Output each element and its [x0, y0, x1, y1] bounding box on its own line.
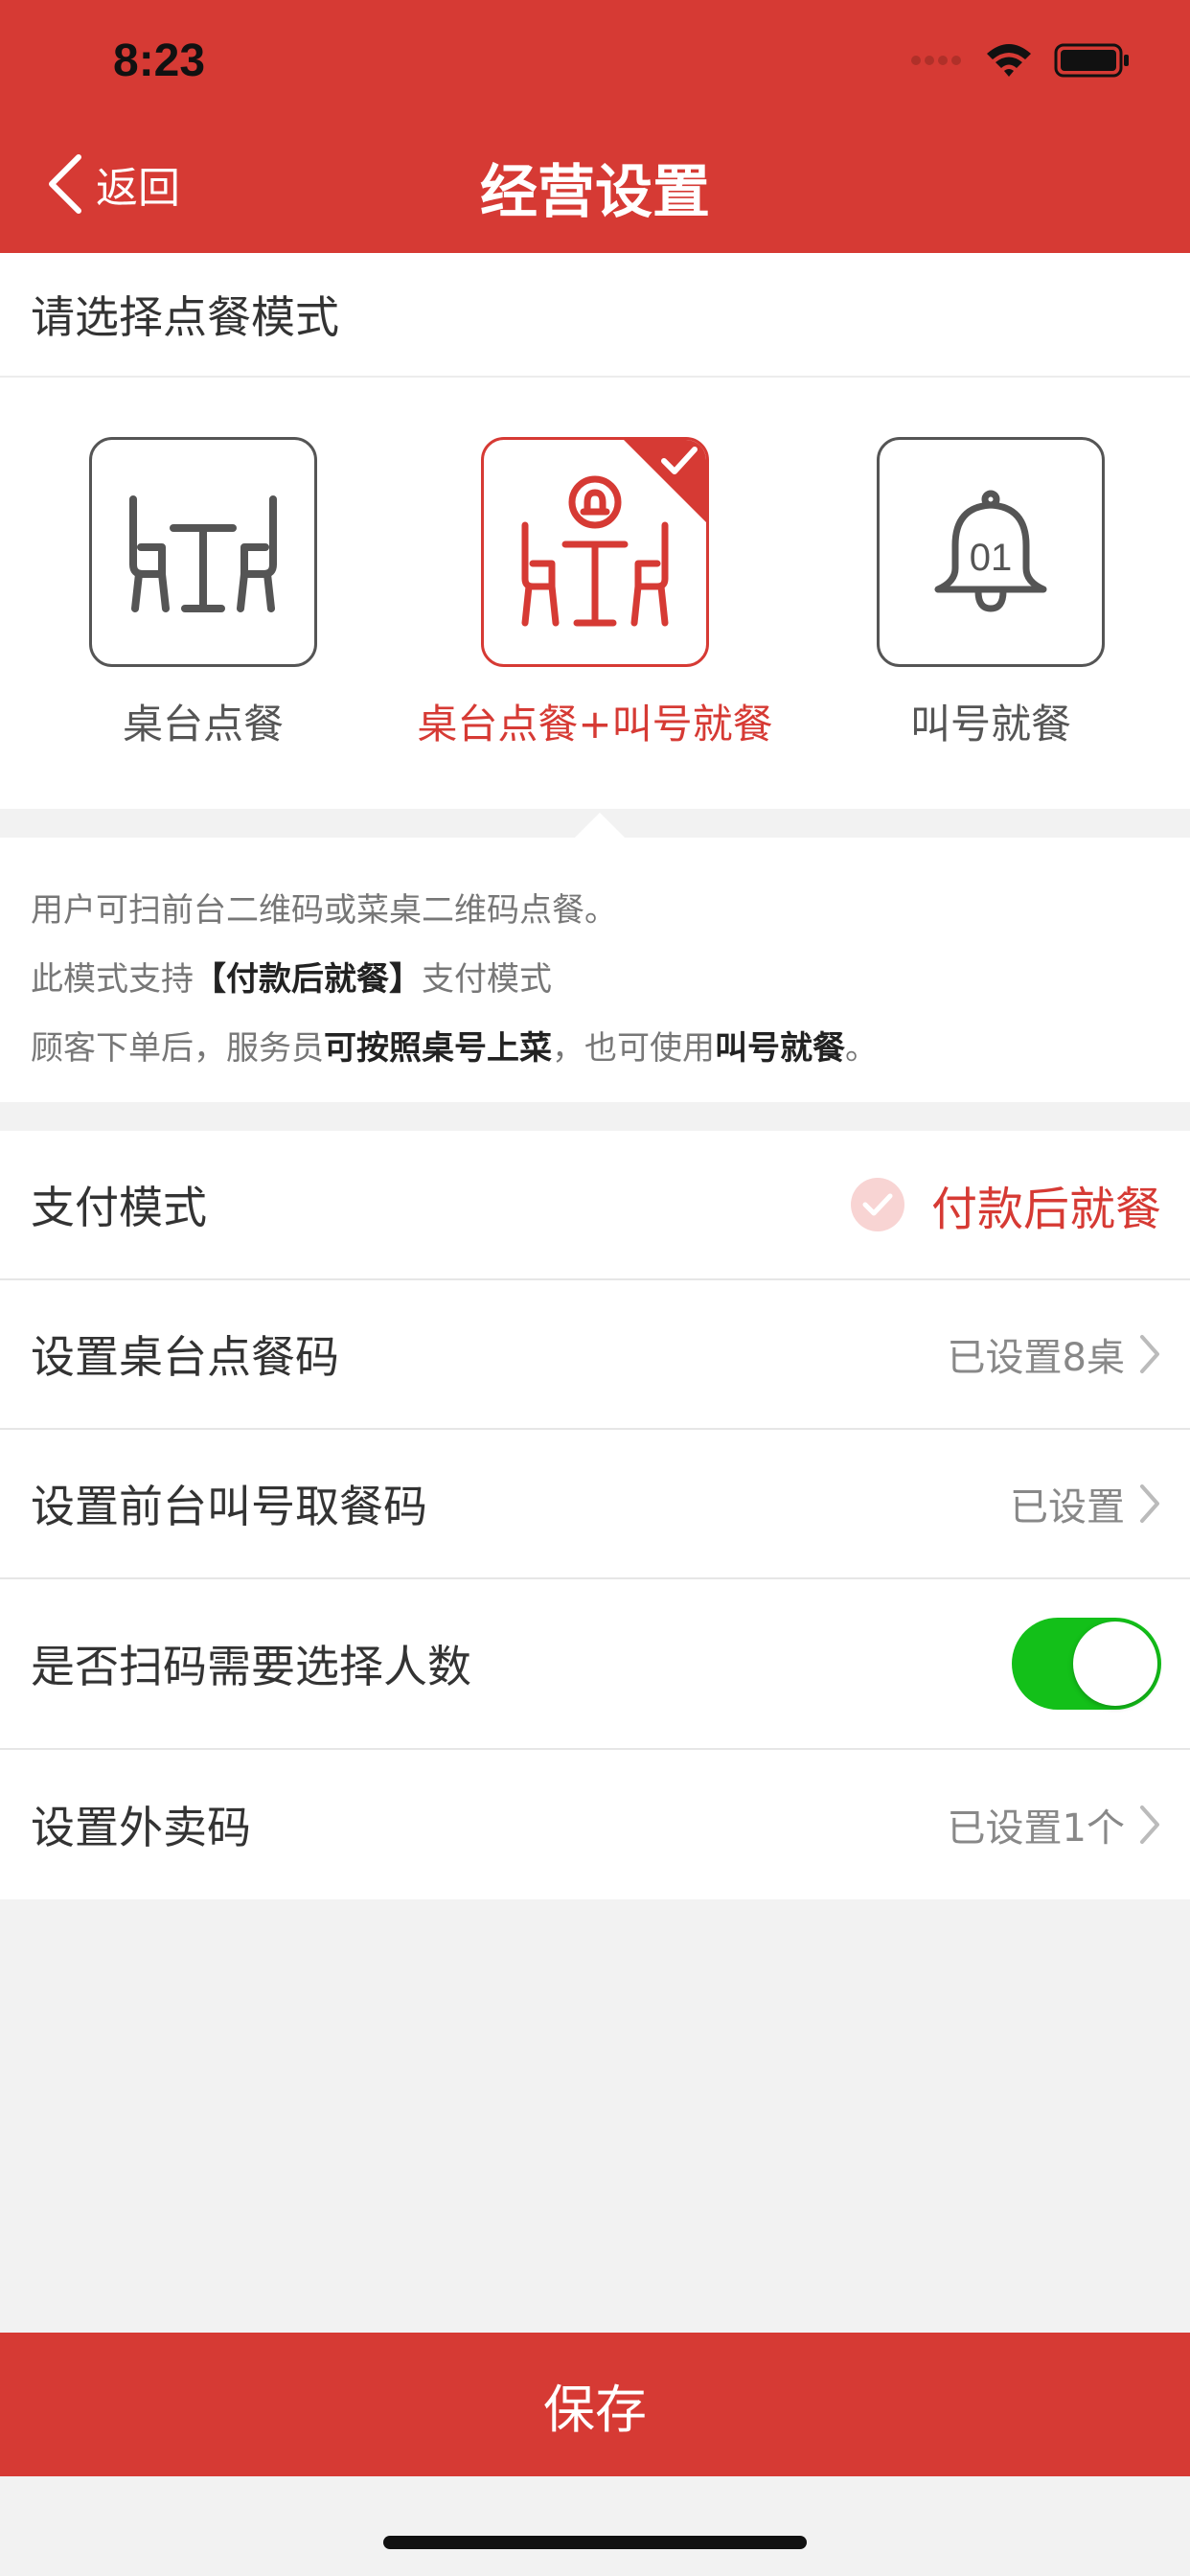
setting-value: 已设置8桌: [947, 1336, 1125, 1380]
setting-row-people-count: 是否扫码需要选择人数: [0, 1579, 1190, 1750]
home-indicator: [383, 2536, 807, 2549]
mode-description: 用户可扫前台二维码或菜桌二维码点餐。 此模式支持【付款后就餐】支付模式 顾客下单…: [0, 813, 1190, 1102]
save-button[interactable]: 保存: [0, 2333, 1190, 2476]
bell-number: 01: [970, 537, 1013, 579]
bell-number-icon: 01: [934, 490, 1047, 612]
mode-bell-box: 01: [877, 437, 1105, 667]
setting-right: [1012, 1579, 1161, 1748]
settings-list: 支付模式 付款后就餐 设置桌台点餐码 已设置8桌 设置前台叫号取餐码 已设置 是…: [0, 1131, 1190, 1899]
mode-table-bell-box: [481, 437, 709, 667]
mode-option-table[interactable]: 桌台点餐: [0, 437, 374, 748]
setting-label: 支付模式: [31, 1182, 207, 1233]
setting-value: 已设置1个: [947, 1806, 1125, 1851]
signal-icon: [911, 56, 961, 65]
battery-icon: [1054, 43, 1129, 78]
setting-right: 已设置: [1010, 1430, 1161, 1577]
chevron-right-icon: [1140, 1335, 1159, 1373]
setting-right: 已设置1个: [948, 1750, 1161, 1899]
setting-label: 设置外卖码: [31, 1802, 251, 1853]
description-line-1: 用户可扫前台二维码或菜桌二维码点餐。: [31, 891, 617, 930]
mode-label: 叫号就餐: [909, 701, 1071, 748]
mode-label: 桌台点餐+叫号就餐: [417, 701, 773, 748]
mode-table-box: [89, 437, 317, 667]
setting-label: 是否扫码需要选择人数: [31, 1641, 471, 1692]
setting-row-takeout-code[interactable]: 设置外卖码 已设置1个: [0, 1750, 1190, 1899]
description-line-2: 此模式支持【付款后就餐】支付模式: [31, 960, 552, 999]
setting-right: 付款后就餐: [850, 1131, 1161, 1278]
chevron-right-icon: [1140, 1484, 1159, 1523]
check-circle-icon: [850, 1178, 904, 1231]
wifi-icon: [987, 44, 1031, 77]
status-icons: [910, 42, 1131, 79]
chevron-right-icon: [1140, 1806, 1159, 1844]
description-line-3: 顾客下单后，服务员可按照桌号上菜，也可使用叫号就餐。: [31, 1029, 878, 1068]
people-count-toggle[interactable]: [1012, 1618, 1161, 1710]
setting-row-counter-code[interactable]: 设置前台叫号取餐码 已设置: [0, 1430, 1190, 1579]
header: 8:23 返回 经营设置: [0, 0, 1190, 253]
setting-row-table-code[interactable]: 设置桌台点餐码 已设置8桌: [0, 1280, 1190, 1430]
setting-label: 设置前台叫号取餐码: [31, 1481, 427, 1532]
setting-row-payment[interactable]: 支付模式 付款后就餐: [0, 1131, 1190, 1280]
mode-option-table-bell[interactable]: 桌台点餐+叫号就餐: [363, 437, 773, 748]
section-title: 请选择点餐模式: [0, 253, 1190, 378]
setting-label: 设置桌台点餐码: [31, 1331, 339, 1383]
table-chairs-icon: [129, 495, 277, 612]
setting-value: 已设置: [1010, 1485, 1125, 1530]
page-title: 经营设置: [480, 159, 710, 226]
check-icon: [661, 447, 698, 474]
status-time: 8:23: [113, 35, 206, 86]
mode-option-bell[interactable]: 01 叫号就餐: [759, 437, 1161, 748]
setting-right: 已设置8桌: [948, 1280, 1161, 1428]
description-pointer: [575, 813, 625, 838]
setting-value: 付款后就餐: [930, 1183, 1161, 1236]
mode-selector: 桌台点餐 桌台点餐+叫号就餐 01 叫号就餐: [0, 378, 1190, 809]
toggle-knob: [1073, 1622, 1157, 1706]
